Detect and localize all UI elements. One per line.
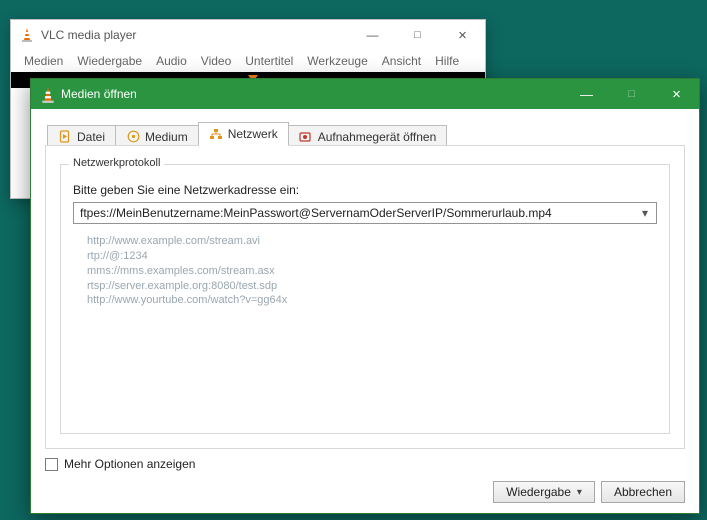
main-maximize-button[interactable]: □ bbox=[395, 21, 440, 49]
menu-hilfe[interactable]: Hilfe bbox=[428, 52, 466, 70]
menu-video[interactable]: Video bbox=[194, 52, 238, 70]
play-button[interactable]: Wiedergabe ▾ bbox=[493, 481, 595, 503]
cancel-button-label: Abbrechen bbox=[614, 485, 672, 499]
capture-icon bbox=[299, 130, 313, 144]
menu-wiedergabe[interactable]: Wiedergabe bbox=[70, 52, 149, 70]
main-close-button[interactable]: × bbox=[440, 21, 485, 49]
example-line: mms://mms.examples.com/stream.asx bbox=[87, 264, 657, 279]
menu-werkzeuge[interactable]: Werkzeuge bbox=[300, 52, 374, 70]
dialog-maximize-button[interactable]: □ bbox=[609, 79, 654, 109]
url-examples: http://www.example.com/stream.avi rtp://… bbox=[87, 234, 657, 308]
disc-icon bbox=[126, 130, 140, 144]
main-menubar: Medien Wiedergabe Audio Video Untertitel… bbox=[11, 50, 485, 72]
dialog-titlebar[interactable]: Medien öffnen — □ × bbox=[31, 79, 699, 109]
dialog-minimize-button[interactable]: — bbox=[564, 79, 609, 109]
chevron-down-icon[interactable]: ▾ bbox=[577, 487, 582, 498]
play-button-label: Wiedergabe bbox=[506, 485, 571, 499]
group-legend: Netzwerkprotokoll bbox=[69, 157, 164, 169]
network-url-input[interactable]: ftpes://MeinBenutzername:MeinPasswort@Se… bbox=[73, 202, 657, 224]
tab-content: Netzwerkprotokoll Bitte geben Sie eine N… bbox=[45, 145, 685, 449]
main-window-title: VLC media player bbox=[41, 28, 136, 42]
dialog-title: Medien öffnen bbox=[61, 87, 137, 101]
dialog-close-button[interactable]: × bbox=[654, 79, 699, 109]
tab-capture-label: Aufnahmegerät öffnen bbox=[318, 130, 437, 144]
tab-disc[interactable]: Medium bbox=[115, 125, 199, 147]
dialog-tabs: Datei Medium Netzwerk Aufnahmegerät öffn… bbox=[47, 122, 685, 146]
menu-ansicht[interactable]: Ansicht bbox=[375, 52, 428, 70]
tab-network[interactable]: Netzwerk bbox=[198, 122, 289, 146]
vlc-cone-icon bbox=[39, 86, 55, 102]
menu-untertitel[interactable]: Untertitel bbox=[238, 52, 300, 70]
chevron-down-icon[interactable]: ▾ bbox=[638, 206, 652, 220]
example-line: rtsp://server.example.org:8080/test.sdp bbox=[87, 279, 657, 294]
example-line: http://www.example.com/stream.avi bbox=[87, 234, 657, 249]
more-options-row: Mehr Optionen anzeigen bbox=[45, 457, 685, 471]
main-titlebar[interactable]: VLC media player — □ × bbox=[11, 20, 485, 50]
example-line: rtp://@:1234 bbox=[87, 249, 657, 264]
example-line: http://www.yourtube.com/watch?v=gg64x bbox=[87, 293, 657, 308]
network-protocol-group: Netzwerkprotokoll Bitte geben Sie eine N… bbox=[60, 164, 670, 434]
tab-file-label: Datei bbox=[77, 130, 105, 144]
cancel-button[interactable]: Abbrechen bbox=[601, 481, 685, 503]
tab-network-label: Netzwerk bbox=[228, 127, 278, 141]
url-prompt: Bitte geben Sie eine Netzwerkadresse ein… bbox=[73, 183, 657, 197]
network-icon bbox=[209, 127, 223, 141]
more-options-checkbox[interactable] bbox=[45, 458, 58, 471]
file-icon bbox=[58, 130, 72, 144]
tab-file[interactable]: Datei bbox=[47, 125, 116, 147]
dialog-button-row: Wiedergabe ▾ Abbrechen bbox=[45, 481, 685, 503]
menu-medien[interactable]: Medien bbox=[17, 52, 70, 70]
vlc-cone-icon bbox=[19, 27, 35, 43]
tab-capture[interactable]: Aufnahmegerät öffnen bbox=[288, 125, 448, 147]
tab-disc-label: Medium bbox=[145, 130, 188, 144]
network-url-value: ftpes://MeinBenutzername:MeinPasswort@Se… bbox=[80, 206, 552, 220]
open-media-dialog: Medien öffnen — □ × Datei Medium bbox=[30, 78, 700, 514]
main-minimize-button[interactable]: — bbox=[350, 21, 395, 49]
more-options-label: Mehr Optionen anzeigen bbox=[64, 457, 195, 471]
menu-audio[interactable]: Audio bbox=[149, 52, 194, 70]
